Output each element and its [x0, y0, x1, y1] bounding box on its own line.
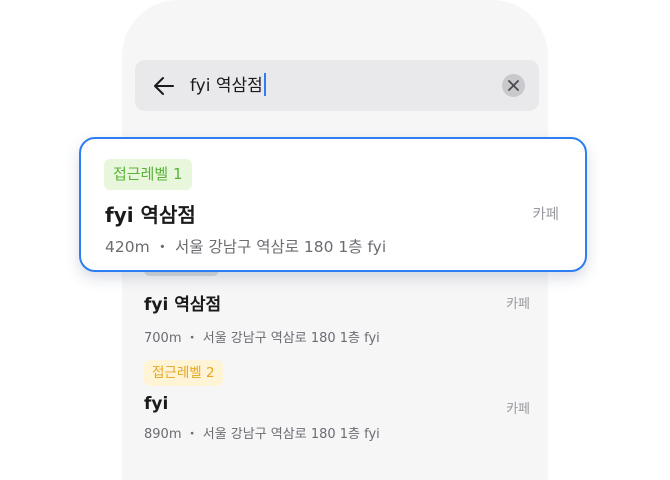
search-query: fyi 역삼점	[190, 76, 263, 96]
result-address: 700m ・ 서울 강남구 역삼로 180 1층 fyi	[144, 331, 380, 346]
close-circle-icon[interactable]	[502, 74, 525, 97]
arrow-left-icon[interactable]	[151, 73, 177, 99]
result-category: 카페	[532, 207, 559, 223]
result-title: fyi 역삼점	[144, 295, 222, 315]
result-address: 890m ・ 서울 강남구 역삼로 180 1층 fyi	[144, 427, 380, 442]
search-bar[interactable]: fyi 역삼점	[135, 60, 539, 111]
text-caret	[263, 73, 266, 96]
result-title: fyi	[144, 394, 169, 414]
result-category: 카페	[506, 297, 530, 312]
focused-result-card[interactable]: 접근레벨 1 fyi 역삼점 카페 420m ・ 서울 강남구 역삼로 180 …	[79, 137, 587, 272]
result-address: 420m ・ 서울 강남구 역삼로 180 1층 fyi	[105, 238, 387, 256]
search-input[interactable]: fyi 역삼점	[190, 73, 266, 98]
level-badge: 접근레벨 1	[104, 159, 192, 190]
result-category: 카페	[506, 402, 530, 417]
level-badge: 접근레벨 2	[144, 360, 223, 386]
result-title: fyi 역삼점	[105, 203, 196, 227]
